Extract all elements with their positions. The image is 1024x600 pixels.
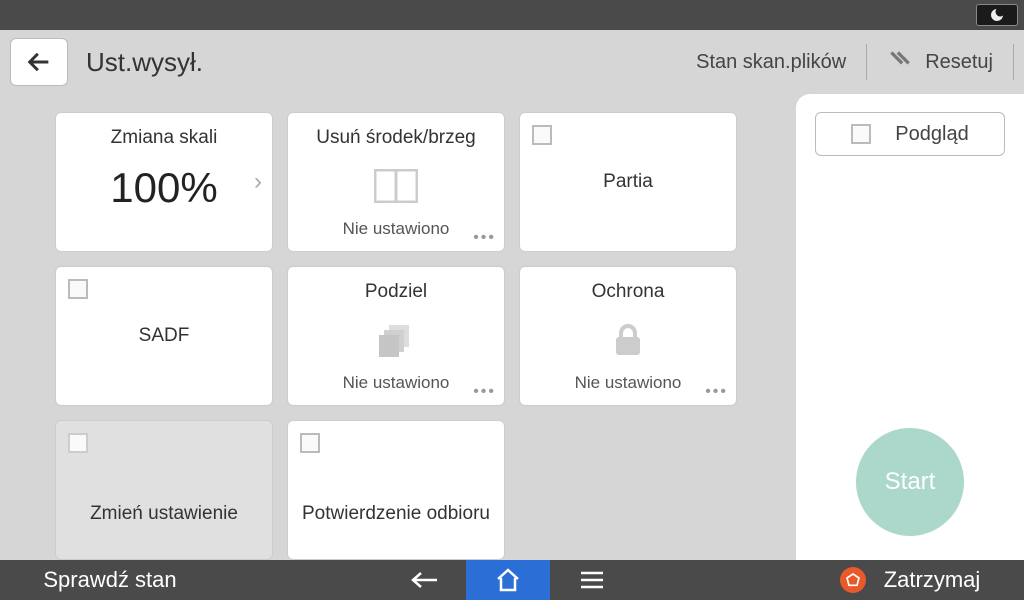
stop-button[interactable]: Zatrzymaj — [796, 560, 1024, 600]
tile-label: Zmień ustawienie — [90, 503, 238, 525]
checkbox-icon — [532, 125, 552, 145]
tile-status: Nie ustawiono — [343, 373, 450, 393]
scan-file-status-button[interactable]: Stan skan.plików — [676, 42, 866, 82]
preview-button[interactable]: Podgląd — [815, 112, 1005, 156]
page-split-icon — [374, 169, 418, 208]
system-topbar — [0, 0, 1024, 30]
more-icon: ••• — [473, 229, 496, 247]
tile-erase-center-edge[interactable]: Usuń środek/brzeg Nie ustawiono ••• — [287, 112, 505, 252]
tile-label: Potwierdzenie odbioru — [302, 503, 490, 525]
side-panel: Podgląd Start — [796, 94, 1024, 560]
page-title: Ust.wysył. — [86, 47, 203, 78]
checkbox-icon — [851, 124, 871, 144]
stop-icon — [840, 567, 866, 593]
check-status-button[interactable]: Sprawdź stan — [0, 560, 220, 600]
nav-home-button[interactable] — [466, 560, 550, 600]
stack-icon — [377, 323, 415, 362]
tile-divide[interactable]: Podziel Nie ustawiono ••• — [287, 266, 505, 406]
tile-title: Usuń środek/brzeg — [288, 127, 504, 149]
tile-scale[interactable]: Zmiana skali 100% › — [55, 112, 273, 252]
more-icon: ••• — [473, 383, 496, 401]
tile-title: Zmiana skali — [56, 127, 272, 149]
nav-back-button[interactable] — [382, 560, 466, 600]
separator — [1013, 44, 1014, 80]
tile-sadf[interactable]: SADF — [55, 266, 273, 406]
checkbox-icon — [68, 279, 88, 299]
checkbox-icon — [300, 433, 320, 453]
more-icon: ••• — [705, 383, 728, 401]
tile-batch[interactable]: Partia — [519, 112, 737, 252]
reset-button[interactable]: Resetuj — [867, 42, 1013, 82]
start-button[interactable]: Start — [856, 428, 964, 536]
tile-label: Partia — [603, 171, 653, 193]
nav-menu-button[interactable] — [550, 560, 634, 600]
checkbox-icon — [68, 433, 88, 453]
tile-label: SADF — [139, 325, 190, 347]
tile-protect[interactable]: Ochrona Nie ustawiono ••• — [519, 266, 737, 406]
tile-title: Ochrona — [520, 281, 736, 303]
night-mode-icon[interactable] — [976, 4, 1018, 26]
tile-reception-confirm[interactable]: Potwierdzenie odbioru — [287, 420, 505, 560]
preview-label: Podgląd — [895, 123, 968, 146]
back-button[interactable] — [10, 38, 68, 86]
reset-icon — [887, 46, 913, 78]
chevron-right-icon: › — [254, 168, 262, 196]
tile-status: Nie ustawiono — [575, 373, 682, 393]
lock-icon — [613, 323, 643, 362]
tile-value: 100% — [110, 164, 217, 212]
tile-change-setting: Zmień ustawienie — [55, 420, 273, 560]
header: Ust.wysył. Stan skan.plików Resetuj — [0, 30, 1024, 94]
tile-title: Podziel — [288, 281, 504, 303]
settings-grid: Zmiana skali 100% › Usuń środek/brzeg Ni… — [0, 94, 796, 560]
tile-status: Nie ustawiono — [343, 219, 450, 239]
bottom-bar: Sprawdź stan Zatrzymaj — [0, 560, 1024, 600]
